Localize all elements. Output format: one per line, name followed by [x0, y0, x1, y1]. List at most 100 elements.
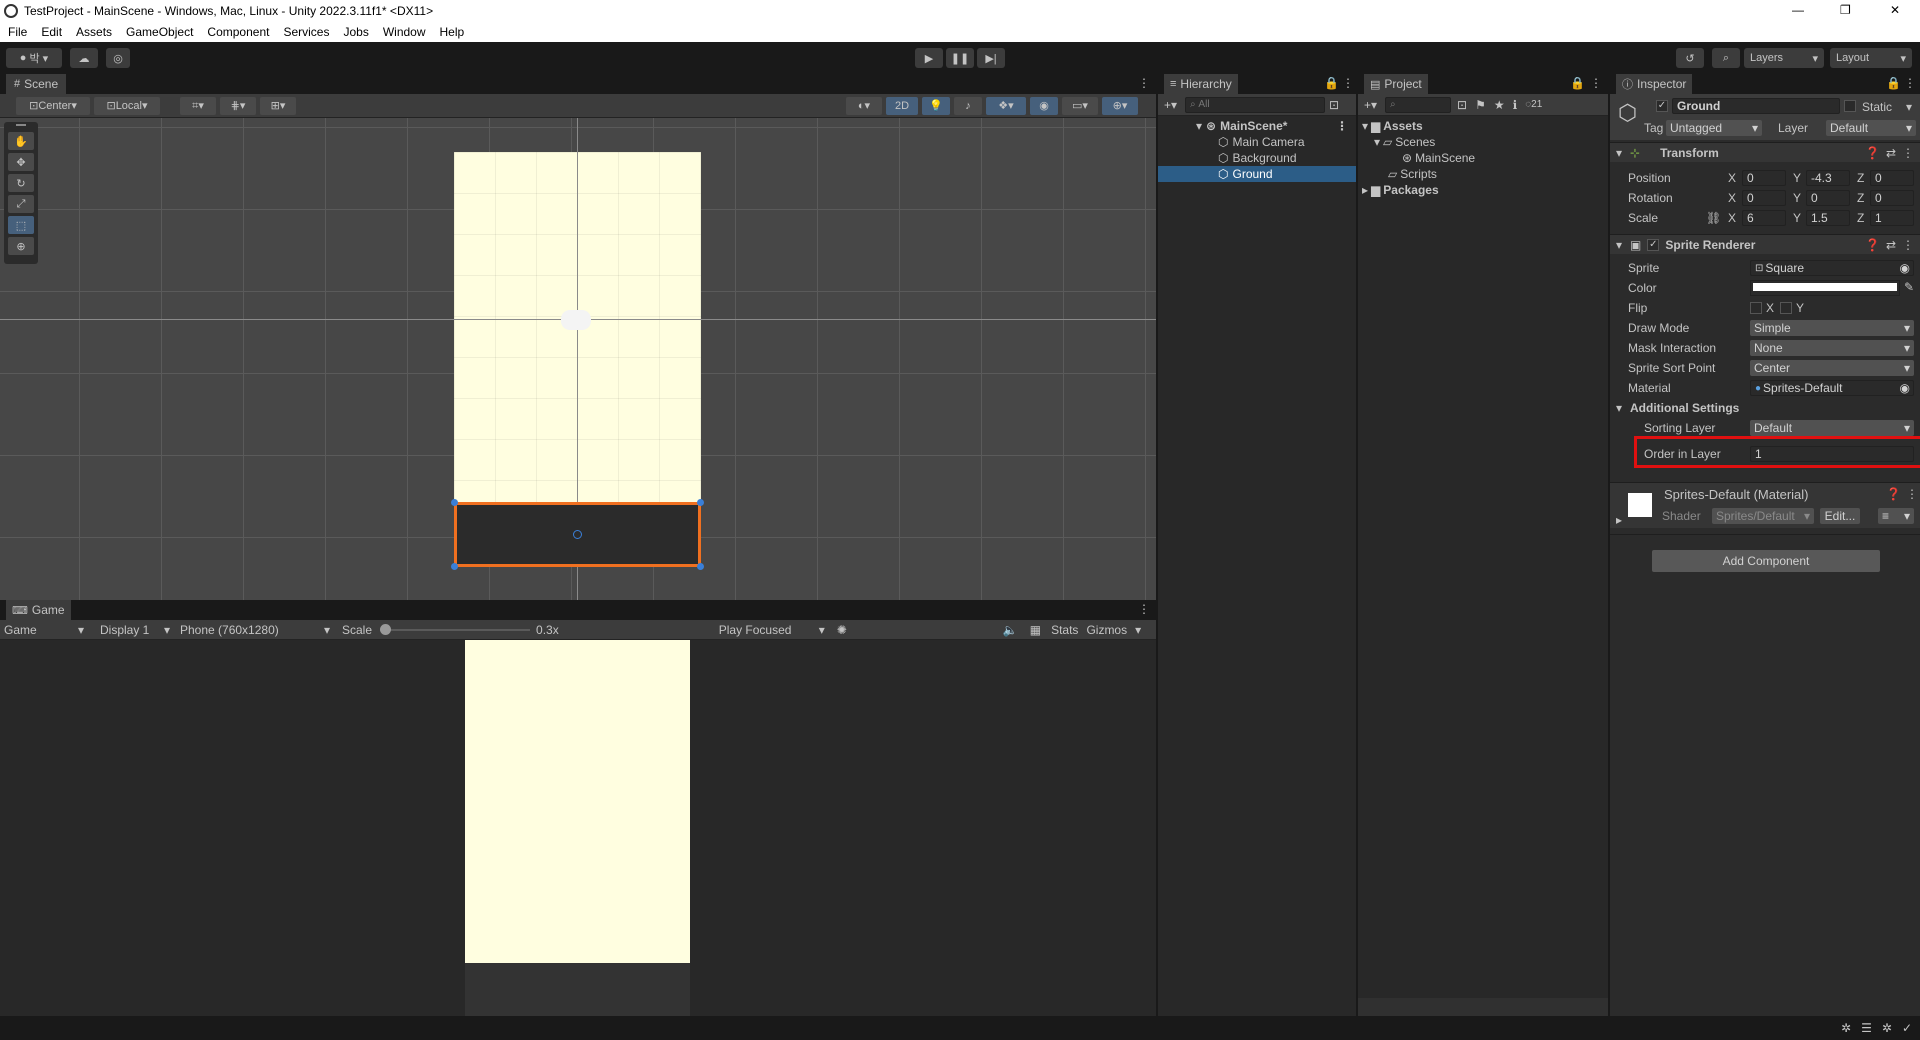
- scale-slider-thumb[interactable]: [380, 623, 392, 635]
- debug-icon[interactable]: ✺: [837, 623, 847, 637]
- rect-tool-button[interactable]: ⬚: [8, 216, 34, 234]
- tag-dropdown[interactable]: Untagged ▾: [1666, 120, 1762, 136]
- increment-snap-button[interactable]: ⊞▾: [260, 96, 296, 115]
- play-button[interactable]: ▶: [915, 48, 943, 68]
- more-icon[interactable]: ⋮: [1904, 76, 1916, 90]
- expand-arrow-icon[interactable]: ▾: [1362, 119, 1368, 133]
- lock-icon[interactable]: 🔒: [1324, 76, 1339, 90]
- account-button[interactable]: ● 박 ▾: [6, 48, 62, 68]
- menu-file[interactable]: File: [8, 25, 27, 39]
- resolution-dropdown[interactable]: Phone (760x1280) ▾: [174, 623, 334, 637]
- add-icon[interactable]: +▾: [1364, 98, 1377, 112]
- more-icon[interactable]: ⋮: [1902, 146, 1914, 160]
- toggle-2d-button[interactable]: 2D: [886, 96, 918, 115]
- position-z-field[interactable]: 0: [1870, 170, 1914, 186]
- menu-edit[interactable]: Edit: [41, 25, 62, 39]
- hierarchy-item-background[interactable]: ⬡ Background: [1158, 150, 1356, 166]
- material-field[interactable]: ● Sprites-Default ◉: [1750, 380, 1914, 396]
- more-icon[interactable]: ⋮: [1336, 119, 1348, 133]
- drag-handle-icon[interactable]: [16, 124, 26, 126]
- gizmos-button[interactable]: ⊕▾: [1102, 96, 1138, 115]
- sprite-renderer-header[interactable]: ▾ ▣ ✓ Sprite Renderer ❓ ⇄ ⋮: [1610, 234, 1920, 254]
- object-name-field[interactable]: Ground: [1672, 98, 1840, 114]
- menu-window[interactable]: Window: [383, 25, 426, 39]
- rect-handle-icon[interactable]: [697, 563, 704, 570]
- foldout-arrow-icon[interactable]: ▾: [1616, 146, 1622, 160]
- tab-scene[interactable]: # Scene: [6, 74, 67, 94]
- tab-inspector[interactable]: ⓘ Inspector: [1616, 74, 1693, 94]
- link-icon[interactable]: ⛓: [1706, 211, 1721, 225]
- move-tool-button[interactable]: ✥: [8, 153, 34, 171]
- transform-tool-button[interactable]: ⊕: [8, 237, 34, 255]
- more-icon[interactable]: ⋮: [1138, 602, 1150, 616]
- scale-tool-button[interactable]: ⤢: [8, 195, 34, 213]
- menu-assets[interactable]: Assets: [76, 25, 112, 39]
- close-button[interactable]: ✕: [1890, 3, 1900, 17]
- undo-history-button[interactable]: ↺: [1676, 48, 1704, 68]
- filter-icon[interactable]: ⊡: [1329, 98, 1339, 112]
- game-view-dropdown[interactable]: Game ▾: [0, 623, 90, 637]
- position-y-field[interactable]: -4.3: [1806, 170, 1850, 186]
- rect-handle-icon[interactable]: [451, 499, 458, 506]
- minimize-button[interactable]: —: [1792, 3, 1804, 17]
- rect-handle-icon[interactable]: [697, 499, 704, 506]
- object-picker-icon[interactable]: ◉: [1900, 381, 1910, 395]
- folder-assets[interactable]: ▾ ▆ Assets: [1358, 118, 1554, 134]
- scale-z-field[interactable]: 1: [1870, 210, 1914, 226]
- menu-jobs[interactable]: Jobs: [343, 25, 368, 39]
- shader-dropdown[interactable]: Sprites/Default ▾: [1712, 508, 1814, 524]
- foldout-arrow-icon[interactable]: ▸: [1616, 513, 1622, 527]
- pause-button[interactable]: ❚❚: [946, 48, 974, 68]
- material-options-button[interactable]: ≡ ▾: [1878, 508, 1914, 524]
- search-button[interactable]: ⌕: [1712, 48, 1740, 68]
- grid-snap-button[interactable]: ⌗▾: [180, 96, 216, 115]
- display-dropdown[interactable]: Display 1 ▾: [90, 623, 174, 637]
- scene-root[interactable]: ▾ ⊛ MainScene* ⋮: [1158, 118, 1356, 134]
- chevron-down-icon[interactable]: ▾: [1906, 100, 1912, 114]
- maximize-button[interactable]: ❐: [1840, 3, 1851, 17]
- collab-button[interactable]: ◎: [106, 48, 130, 68]
- help-icon[interactable]: ❓: [1865, 238, 1880, 252]
- static-checkbox[interactable]: [1844, 100, 1856, 112]
- effects-toggle[interactable]: ❖▾: [986, 96, 1026, 115]
- bug-icon[interactable]: ✲: [1841, 1021, 1851, 1035]
- folder-packages[interactable]: ▸ ▆ Packages: [1358, 182, 1554, 198]
- asset-mainscene[interactable]: ⊛ MainScene: [1358, 150, 1554, 166]
- flip-x-checkbox[interactable]: [1750, 302, 1762, 314]
- camera-gizmo-icon[interactable]: [561, 310, 591, 330]
- more-icon[interactable]: ⋮: [1138, 76, 1150, 90]
- hierarchy-item-main-camera[interactable]: ⬡ Main Camera: [1158, 134, 1356, 150]
- foldout-arrow-icon[interactable]: ▾: [1616, 401, 1622, 415]
- step-button[interactable]: ▶|: [977, 48, 1005, 68]
- rotate-tool-button[interactable]: ↻: [8, 174, 34, 192]
- pivot-handle-icon[interactable]: [573, 530, 582, 539]
- scale-slider[interactable]: [380, 623, 531, 637]
- camera-settings-button[interactable]: ▭▾: [1062, 96, 1098, 115]
- menu-gameobject[interactable]: GameObject: [126, 25, 193, 39]
- edit-shader-button[interactable]: Edit...: [1820, 508, 1860, 524]
- cache-icon[interactable]: ☰: [1861, 1021, 1872, 1035]
- rotation-z-field[interactable]: 0: [1870, 190, 1914, 206]
- folder-scenes[interactable]: ▾ ▱ Scenes: [1358, 134, 1554, 150]
- more-icon[interactable]: ⋮: [1590, 76, 1602, 90]
- rotation-y-field[interactable]: 0: [1806, 190, 1850, 206]
- expand-arrow-icon[interactable]: ▸: [1362, 183, 1368, 197]
- flip-y-checkbox[interactable]: [1780, 302, 1792, 314]
- active-checkbox[interactable]: ✓: [1656, 100, 1668, 112]
- scale-x-field[interactable]: 6: [1742, 210, 1786, 226]
- layers-dropdown[interactable]: Layers ▾: [1744, 48, 1824, 68]
- preset-icon[interactable]: ⇄: [1886, 238, 1896, 252]
- gizmos-button[interactable]: Gizmos: [1086, 623, 1127, 637]
- layout-dropdown[interactable]: Layout ▾: [1830, 48, 1912, 68]
- lighting-toggle[interactable]: 💡: [922, 96, 950, 115]
- help-icon[interactable]: ❓: [1865, 146, 1880, 160]
- tab-project[interactable]: ▤ Project: [1364, 74, 1428, 94]
- sprite-field[interactable]: ⊡ Square ◉: [1750, 260, 1914, 276]
- sorting-layer-dropdown[interactable]: Default ▾: [1750, 420, 1914, 436]
- hierarchy-item-ground[interactable]: ⬡ Ground: [1158, 166, 1356, 182]
- menu-help[interactable]: Help: [440, 25, 465, 39]
- hand-tool-button[interactable]: ✋: [8, 132, 34, 150]
- search-by-label-icon[interactable]: ⚑: [1475, 98, 1486, 112]
- grid-visibility-button[interactable]: ⋕▾: [220, 96, 256, 115]
- hidden-objects-toggle[interactable]: ◉: [1030, 96, 1058, 115]
